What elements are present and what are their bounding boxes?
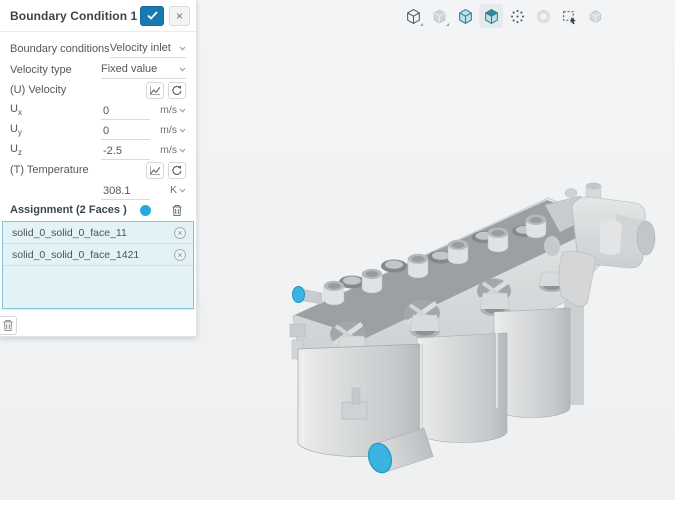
remove-assignment-icon[interactable]: × (174, 226, 186, 239)
sphere-select-icon[interactable] (531, 4, 555, 28)
panel-header: Boundary Condition 1 × (0, 0, 196, 32)
face-select-icon[interactable] (479, 4, 503, 28)
velocity-type-row: Velocity type Fixed value (10, 59, 186, 80)
chart-icon (149, 85, 161, 95)
temperature-group-label: (T) Temperature (10, 164, 89, 176)
trash-icon (172, 204, 182, 216)
temperature-row: K (10, 180, 186, 200)
uy-row: Uy m/s (10, 120, 186, 140)
ux-unit-select[interactable]: m/s (150, 104, 186, 116)
temperature-group-row: (T) Temperature (10, 160, 186, 180)
chevron-down-icon (179, 128, 186, 133)
assignment-label: Assignment (2 Faces ) (10, 204, 127, 216)
boundary-conditions-row: Boundary conditions Velocity inlet (10, 38, 186, 59)
undo-icon (172, 165, 182, 175)
model-left-bracket[interactable] (289, 323, 306, 338)
panel-body: Boundary conditions Velocity inlet Veloc… (0, 32, 196, 309)
boundary-conditions-label: Boundary conditions (10, 42, 110, 55)
boundary-condition-panel: Boundary Condition 1 × Boundary conditio… (0, 0, 206, 337)
boundary-conditions-select[interactable]: Velocity inlet (109, 40, 186, 58)
uy-label: Uy (10, 122, 22, 138)
vertex-select-icon[interactable] (505, 4, 529, 28)
trash-icon (3, 320, 12, 331)
chevron-down-icon (179, 188, 186, 193)
close-button[interactable]: × (169, 5, 190, 26)
box-select-icon[interactable] (557, 4, 581, 28)
uy-input[interactable] (101, 124, 150, 139)
velocity-type-label: Velocity type (10, 63, 72, 76)
viewer-toolbar (401, 4, 607, 28)
application-window: Boundary Condition 1 × Boundary conditio… (0, 0, 675, 500)
velocity-type-select[interactable]: Fixed value (101, 61, 186, 79)
model-left-stub[interactable] (292, 286, 323, 305)
assignment-clear-button[interactable] (168, 204, 186, 217)
remove-assignment-icon[interactable]: × (174, 248, 186, 261)
uz-input[interactable] (101, 144, 150, 159)
uz-row: Uz m/s (10, 140, 186, 160)
delete-boundary-condition-button[interactable] (0, 316, 17, 335)
panel-footer (0, 309, 206, 336)
uy-unit-select[interactable]: m/s (150, 124, 186, 136)
shaded-cube-icon[interactable] (427, 4, 451, 28)
chevron-down-icon (179, 108, 186, 113)
ux-row: Ux m/s (10, 100, 186, 120)
ux-input[interactable] (101, 104, 150, 119)
chevron-down-icon (179, 148, 186, 153)
page-title: Boundary Condition 1 (10, 8, 138, 23)
chart-icon (149, 165, 161, 175)
velocity-group-row: (U) Velocity (10, 80, 186, 100)
assignment-header-row: Assignment (2 Faces ) (10, 202, 186, 218)
assignment-select-toggle[interactable] (140, 204, 151, 216)
uz-unit-select[interactable]: m/s (150, 144, 186, 156)
apply-button[interactable] (140, 5, 164, 26)
undo-icon (172, 85, 182, 95)
uz-label: Uz (10, 142, 22, 158)
chevron-down-icon (179, 67, 186, 72)
assignment-list: solid_0_solid_0_face_11 × solid_0_solid_… (2, 221, 194, 309)
temperature-reset-button[interactable] (168, 161, 186, 179)
velocity-reset-button[interactable] (168, 81, 186, 99)
velocity-chart-button[interactable] (146, 81, 164, 99)
velocity-group-label: (U) Velocity (10, 84, 67, 96)
hide-part-icon[interactable] (583, 4, 607, 28)
chevron-down-icon (179, 46, 186, 51)
temperature-input[interactable] (101, 184, 150, 199)
selected-face-1[interactable] (292, 286, 305, 303)
isometric-view-icon[interactable] (401, 4, 425, 28)
temperature-chart-button[interactable] (146, 161, 164, 179)
assignment-item[interactable]: solid_0_solid_0_face_1421 × (3, 244, 193, 266)
temperature-unit-select[interactable]: K (150, 184, 186, 196)
check-icon (146, 11, 158, 20)
ux-label: Ux (10, 102, 22, 118)
close-icon: × (175, 8, 183, 23)
assignment-item[interactable]: solid_0_solid_0_face_11 × (3, 222, 193, 244)
volume-select-icon[interactable] (453, 4, 477, 28)
